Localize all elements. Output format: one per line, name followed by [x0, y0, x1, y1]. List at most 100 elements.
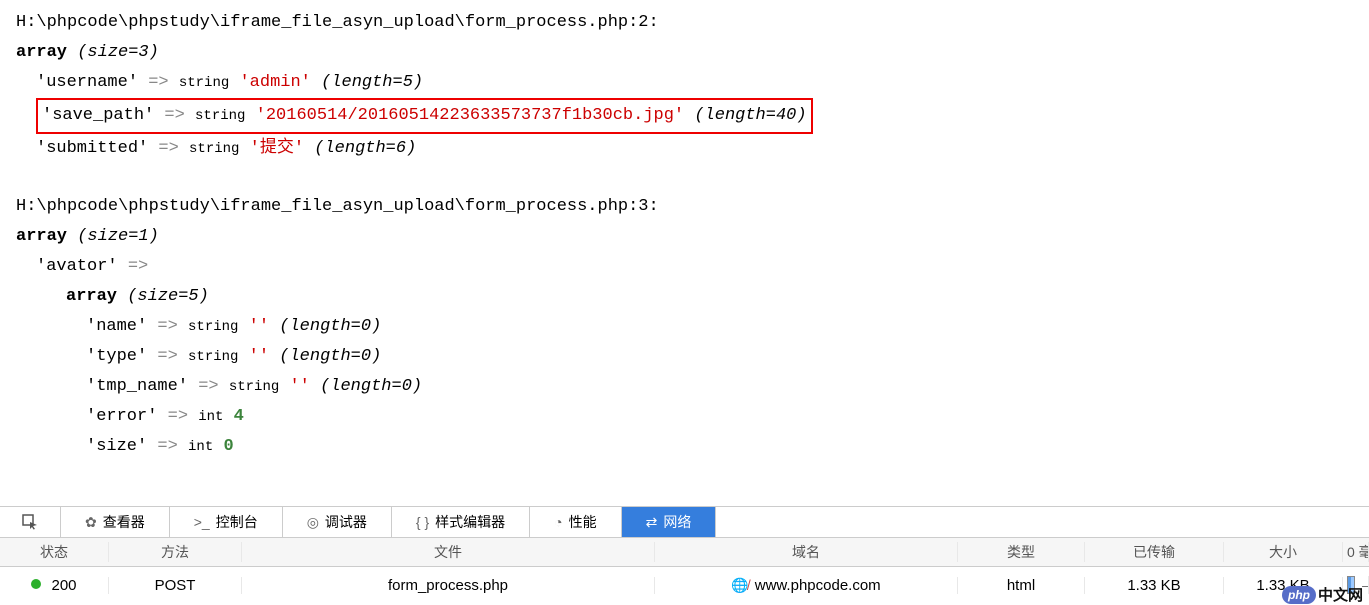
size-info: (size=1)	[77, 227, 159, 246]
tab-performance[interactable]: ◔ 性能	[530, 507, 621, 537]
cell-status: 200	[0, 577, 109, 594]
row-key: 'submitted'	[36, 139, 148, 158]
col-transferred[interactable]: 已传输	[1085, 542, 1224, 562]
dump2-row-error: 'error' => int 4	[16, 402, 1353, 432]
network-table-header: 状态 方法 文件 域名 类型 已传输 大小 0 毫秒	[0, 538, 1369, 567]
var-dump-area: H:\phpcode\phpstudy\iframe_file_asyn_upl…	[0, 0, 1369, 470]
row-value: 'admin'	[239, 73, 310, 92]
tab-label: 样式编辑器	[435, 512, 505, 532]
row-type: string	[229, 379, 279, 395]
debugger-icon: ◎	[307, 514, 319, 531]
tab-inspector[interactable]: ✿ 查看器	[61, 507, 170, 537]
watermark-text: 中文网	[1318, 584, 1363, 605]
row-key: 'size'	[86, 437, 147, 456]
row-key: 'name'	[86, 317, 147, 336]
arrow-icon: =>	[157, 347, 177, 366]
dump1-row-submitted: 'submitted' => string '提交' (length=6)	[16, 134, 1353, 164]
arrow-icon: =>	[158, 139, 178, 158]
devtools-tabs: ✿ 查看器 >_控制台 ◎ 调试器 { } 样式编辑器 ◔ 性能 ⇄ 网络	[0, 507, 1369, 538]
console-icon: >_	[194, 514, 210, 530]
styles-icon: { }	[416, 514, 429, 530]
cell-method: POST	[109, 577, 242, 594]
dump1-row-username: 'username' => string 'admin' (length=5)	[16, 68, 1353, 98]
col-file[interactable]: 文件	[242, 542, 655, 562]
col-status[interactable]: 状态	[0, 542, 109, 562]
array-keyword: array	[66, 287, 117, 306]
row-length: (length=40)	[694, 106, 806, 125]
domain-text: www.phpcode.com	[755, 577, 881, 594]
tab-debugger[interactable]: ◎ 调试器	[283, 507, 392, 537]
watermark: php 中文网	[1282, 584, 1363, 605]
row-length: (length=0)	[279, 347, 381, 366]
row-key: 'type'	[86, 347, 147, 366]
arrow-icon: =>	[157, 317, 177, 336]
row-value: ''	[289, 377, 309, 396]
tab-styles[interactable]: { } 样式编辑器	[392, 507, 530, 537]
row-value: 4	[234, 407, 244, 426]
tab-label: 调试器	[325, 512, 367, 532]
network-row[interactable]: 200 POST form_process.php 🌐̸ www.phpcode.…	[0, 567, 1369, 603]
status-code: 200	[51, 577, 76, 594]
row-type: string	[179, 75, 229, 91]
tab-label: 网络	[663, 512, 691, 532]
php-badge: php	[1282, 586, 1316, 604]
row-key: 'avator'	[36, 257, 118, 276]
tab-label: 性能	[569, 512, 597, 532]
dump1-row-savepath: 'save_path' => string '20160514/20160514…	[16, 98, 1353, 134]
arrow-icon: =>	[198, 377, 218, 396]
cell-domain: 🌐̸ www.phpcode.com	[655, 577, 958, 594]
row-length: (length=0)	[320, 377, 422, 396]
row-length: (length=6)	[314, 139, 416, 158]
pick-element-button[interactable]	[0, 507, 61, 537]
gauge-icon: ◔	[554, 514, 562, 530]
size-info: (size=5)	[127, 287, 209, 306]
row-type: int	[198, 409, 223, 425]
row-length: (length=5)	[321, 73, 423, 92]
row-value: ''	[249, 317, 269, 336]
col-method[interactable]: 方法	[109, 542, 242, 562]
row-key: 'tmp_name'	[86, 377, 188, 396]
arrow-icon: =>	[128, 257, 148, 276]
cell-type: html	[958, 577, 1085, 594]
row-key: 'username'	[36, 73, 138, 92]
dump2-path: H:\phpcode\phpstudy\iframe_file_asyn_upl…	[16, 192, 1353, 222]
row-value: ''	[249, 347, 269, 366]
array-keyword: array	[16, 227, 67, 246]
row-value: '提交'	[250, 139, 304, 158]
array-keyword: array	[16, 43, 67, 62]
row-length: (length=0)	[279, 317, 381, 336]
row-key: 'save_path'	[42, 106, 154, 125]
tab-label: 查看器	[103, 512, 145, 532]
arrow-icon: =>	[157, 437, 177, 456]
col-domain[interactable]: 域名	[655, 542, 958, 562]
cell-file: form_process.php	[242, 577, 655, 594]
size-info: (size=3)	[77, 43, 159, 62]
row-value: 0	[223, 437, 233, 456]
tab-network[interactable]: ⇄ 网络	[622, 507, 717, 537]
arrow-icon: =>	[168, 407, 188, 426]
highlight-box: 'save_path' => string '20160514/20160514…	[36, 98, 813, 134]
col-time[interactable]: 0 毫秒	[1343, 542, 1369, 562]
dump1-header: array (size=3)	[16, 38, 1353, 68]
network-icon: ⇄	[646, 514, 658, 531]
row-type: string	[188, 319, 238, 335]
dump2-row-name: 'name' => string '' (length=0)	[16, 312, 1353, 342]
dump2-row-tmpname: 'tmp_name' => string '' (length=0)	[16, 372, 1353, 402]
gear-icon: ✿	[85, 514, 97, 531]
col-type[interactable]: 类型	[958, 542, 1085, 562]
row-type: string	[188, 349, 238, 365]
row-value: '20160514/20160514223633573737f1b30cb.jp…	[256, 106, 684, 125]
dump2-subheader: array (size=5)	[16, 282, 1353, 312]
devtools-panel: ✿ 查看器 >_控制台 ◎ 调试器 { } 样式编辑器 ◔ 性能 ⇄ 网络 状态 方法 文…	[0, 506, 1369, 603]
dump2-row-avator: 'avator' =>	[16, 252, 1353, 282]
tab-console[interactable]: >_控制台	[170, 507, 283, 537]
arrow-icon: =>	[164, 106, 184, 125]
globe-strike-icon: 🌐̸	[731, 577, 748, 593]
row-type: string	[195, 108, 245, 124]
cell-transferred: 1.33 KB	[1085, 577, 1224, 594]
row-type: string	[189, 141, 239, 157]
arrow-icon: =>	[148, 73, 168, 92]
dump2-row-size: 'size' => int 0	[16, 432, 1353, 462]
col-size[interactable]: 大小	[1224, 542, 1343, 562]
row-type: int	[188, 439, 213, 455]
